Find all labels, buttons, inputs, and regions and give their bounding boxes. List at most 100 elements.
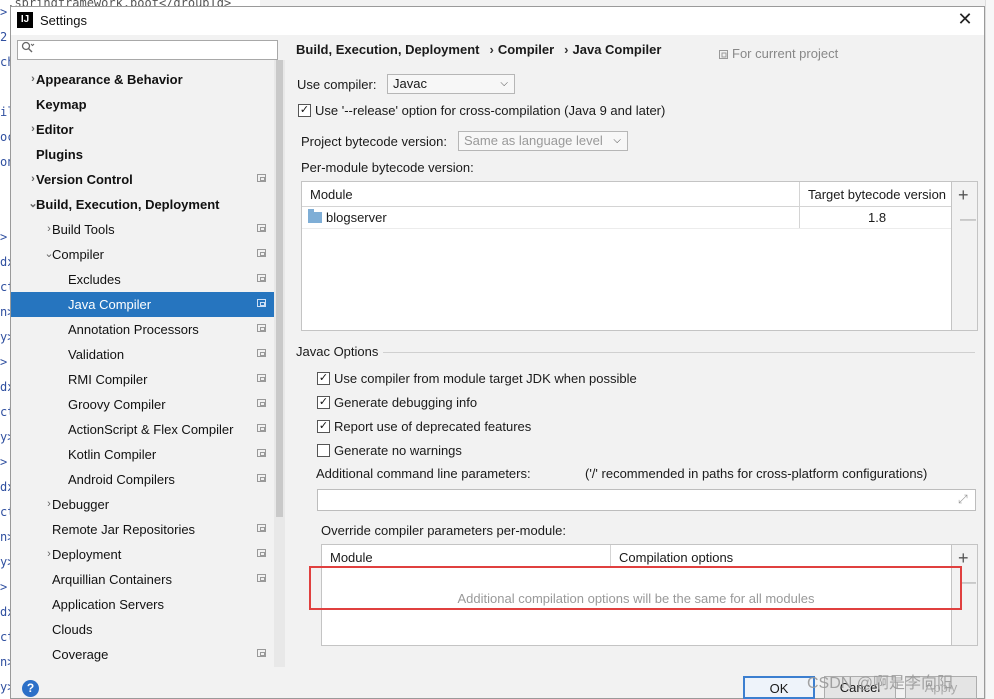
remove-override-icon[interactable]: — (960, 575, 976, 591)
release-option-checkbox[interactable]: ✓ (298, 104, 311, 117)
sidebar-item-label: Editor (36, 122, 74, 137)
breadcrumb-separator: › (564, 42, 569, 57)
dialog-title: Settings (40, 13, 87, 28)
column-header-compilation-options[interactable]: Compilation options (619, 550, 733, 565)
module-name-cell[interactable]: blogserver (326, 210, 387, 225)
title-bar (11, 7, 984, 35)
project-scope-icon (257, 224, 266, 232)
search-icon (21, 41, 35, 56)
no-warnings-checkbox[interactable] (317, 444, 330, 457)
table-row-divider (302, 228, 951, 229)
sidebar-item-label: Coverage (52, 647, 109, 662)
chevron-down-icon: ⌵ (500, 78, 508, 89)
add-override-icon[interactable]: + (958, 549, 969, 567)
project-bytecode-label: Project bytecode version: (301, 134, 447, 149)
per-module-label: Per-module bytecode version: (301, 160, 474, 175)
sidebar-scrollbar-thumb[interactable] (276, 60, 283, 517)
deprecated-features-checkbox[interactable]: ✓ (317, 420, 330, 433)
sidebar-item-compiler[interactable]: ⌄ Compiler (11, 242, 285, 267)
sidebar-item-label: Application Servers (52, 597, 164, 612)
column-header-module[interactable]: Module (310, 187, 353, 202)
sidebar-item-plugins[interactable]: Plugins (11, 142, 285, 167)
no-warnings-label: Generate no warnings (334, 443, 462, 458)
sidebar-item-arquillian-containers[interactable]: Arquillian Containers (11, 567, 285, 592)
project-bytecode-select[interactable]: Same as language level ⌵ (458, 131, 628, 151)
additional-params-input[interactable] (317, 489, 976, 511)
breadcrumb-item-java-compiler: Java Compiler (572, 42, 662, 57)
sidebar-item-debugger[interactable]: › Debugger (11, 492, 285, 517)
sidebar-item-deployment[interactable]: › Deployment (11, 542, 285, 567)
sidebar-item-label: Annotation Processors (68, 322, 199, 337)
sidebar-item-annotation-processors[interactable]: Annotation Processors (11, 317, 285, 342)
sidebar-item-application-servers[interactable]: Application Servers (11, 592, 285, 617)
project-scope-icon (257, 524, 266, 532)
deprecated-features-label: Report use of deprecated features (334, 419, 532, 434)
sidebar-item-label: Android Compilers (68, 472, 175, 487)
sidebar-item-label: Remote Jar Repositories (52, 522, 196, 537)
breadcrumb: Build, Execution, Deployment › Compiler › Ja… (296, 42, 665, 57)
sidebar-item-label: Build, Execution, Deployment (36, 197, 220, 212)
sidebar-item-appearance-behavior[interactable]: › Appearance & Behavior (11, 67, 285, 92)
project-scope-icon (257, 424, 266, 432)
sidebar-item-excludes[interactable]: Excludes (11, 267, 285, 292)
sidebar-item-keymap[interactable]: Keymap (11, 92, 285, 117)
sidebar-item-label: Plugins (36, 147, 83, 162)
close-icon[interactable]: ✕ (956, 9, 974, 29)
sidebar-item-version-control[interactable]: › Version Control (11, 167, 285, 192)
use-module-jdk-label: Use compiler from module target JDK when… (334, 371, 637, 386)
sidebar-item-remote-jar-repositories[interactable]: Remote Jar Repositories (11, 517, 285, 542)
compiler-select-value: Javac (393, 76, 427, 91)
chevron-down-icon: ⌵ (613, 135, 621, 146)
add-module-icon[interactable]: + (958, 186, 969, 204)
column-header-module[interactable]: Module (330, 550, 373, 565)
project-scope-icon (257, 174, 266, 182)
additional-params-hint: ('/' recommended in paths for cross-plat… (585, 466, 928, 481)
debug-info-label: Generate debugging info (334, 395, 478, 410)
project-scope-icon (257, 574, 266, 582)
per-module-table (301, 181, 952, 331)
sidebar-item-label: Arquillian Containers (52, 572, 172, 587)
sidebar-item-clouds[interactable]: Clouds (11, 617, 285, 642)
sidebar-item-label: Build Tools (52, 222, 115, 237)
project-scope-icon (257, 299, 266, 307)
project-scope-icon (719, 48, 729, 63)
sidebar-item-build-tools[interactable]: › Build Tools (11, 217, 285, 242)
for-current-project-label: For current project (732, 46, 839, 61)
sidebar-item-label: Clouds (52, 622, 93, 637)
sidebar-item-java-compiler[interactable]: Java Compiler (11, 292, 285, 317)
module-folder-icon (308, 209, 322, 223)
sidebar-item-groovy-compiler[interactable]: Groovy Compiler (11, 392, 285, 417)
sidebar-item-validation[interactable]: Validation (11, 342, 285, 367)
project-scope-icon (257, 374, 266, 382)
sidebar-item-label: Deployment (52, 547, 122, 562)
sidebar-item-actionscript-flex-compiler[interactable]: ActionScript & Flex Compiler (11, 417, 285, 442)
use-compiler-label: Use compiler: (297, 77, 377, 92)
remove-module-icon[interactable]: — (960, 212, 976, 228)
column-header-target[interactable]: Target bytecode version (808, 187, 946, 202)
target-version-cell[interactable]: 1.8 (868, 210, 886, 225)
sidebar-item-label: RMI Compiler (68, 372, 148, 387)
intellij-app-icon: IJ (17, 12, 33, 28)
compiler-select[interactable]: Javac ⌵ (387, 74, 515, 94)
project-scope-icon (257, 249, 266, 257)
help-button[interactable]: ? (22, 680, 39, 697)
sidebar-item-kotlin-compiler[interactable]: Kotlin Compiler (11, 442, 285, 467)
sidebar-item-coverage[interactable]: Coverage (11, 642, 285, 667)
sidebar-item-rmi-compiler[interactable]: RMI Compiler (11, 367, 285, 392)
project-scope-icon (257, 349, 266, 357)
column-divider (610, 545, 611, 566)
sidebar-item-android-compilers[interactable]: Android Compilers (11, 467, 285, 492)
sidebar-item-editor[interactable]: › Editor (11, 117, 285, 142)
settings-search-input[interactable] (17, 40, 278, 60)
sidebar-item-label: Debugger (52, 497, 110, 512)
release-option-label: Use '--release' option for cross-compila… (315, 103, 666, 118)
ok-button[interactable]: OK (743, 676, 815, 699)
project-scope-icon (257, 449, 266, 457)
sidebar-item-label: Version Control (36, 172, 133, 187)
sidebar-item-label: Java Compiler (68, 297, 152, 312)
expand-icon[interactable]: ⤢ (958, 492, 968, 507)
use-module-jdk-checkbox[interactable]: ✓ (317, 372, 330, 385)
project-scope-icon (257, 324, 266, 332)
debug-info-checkbox[interactable]: ✓ (317, 396, 330, 409)
sidebar-item-build-execution-deployment[interactable]: ⌄ Build, Execution, Deployment (11, 192, 285, 217)
